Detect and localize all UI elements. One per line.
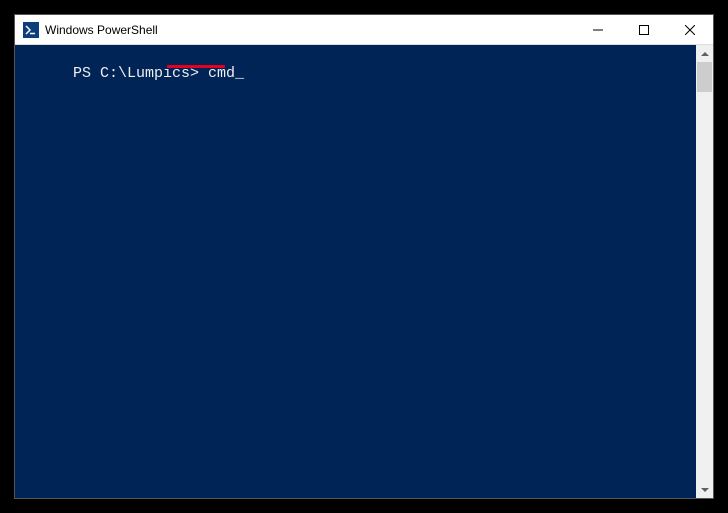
window-title: Windows PowerShell <box>45 23 158 37</box>
vertical-scrollbar[interactable] <box>696 45 713 498</box>
scroll-up-button[interactable] <box>696 45 713 62</box>
scroll-down-button[interactable] <box>696 481 713 498</box>
window-controls <box>575 15 713 44</box>
minimize-button[interactable] <box>575 15 621 44</box>
close-button[interactable] <box>667 15 713 44</box>
scroll-thumb[interactable] <box>697 62 712 92</box>
powershell-icon <box>23 22 39 38</box>
console[interactable]: PS C:\Lumpics> cmd_ <box>15 45 713 498</box>
console-content[interactable]: PS C:\Lumpics> cmd_ <box>19 47 695 498</box>
titlebar[interactable]: Windows PowerShell <box>15 15 713 45</box>
annotation-underline <box>167 65 225 68</box>
maximize-button[interactable] <box>621 15 667 44</box>
powershell-window: Windows PowerShell PS C:\Lumpics> cmd_ <box>14 14 714 499</box>
cursor: _ <box>235 65 244 83</box>
